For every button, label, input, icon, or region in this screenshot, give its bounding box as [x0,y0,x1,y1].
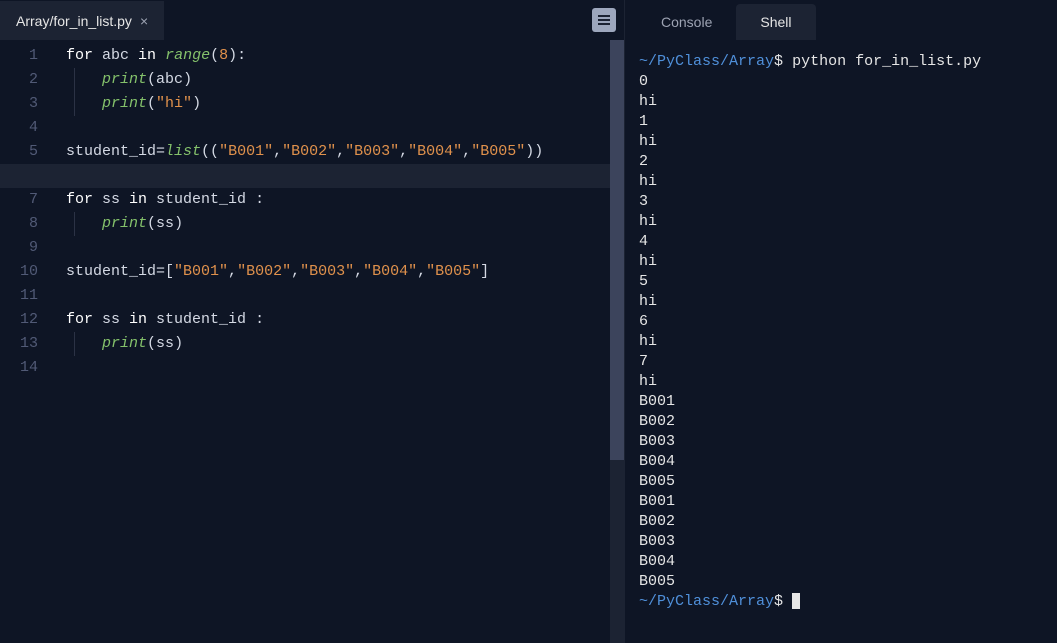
line-number: 8 [0,212,48,236]
line-number: 2 [0,68,48,92]
line-number: 3 [0,92,48,116]
code-line-current [0,164,624,188]
line-number: 9 [0,236,48,260]
shell-command: python for_in_list.py [792,53,981,70]
close-tab-icon[interactable]: × [140,13,148,29]
editor-scrollbar-track[interactable] [610,40,624,643]
line-number: 7 [0,188,48,212]
shell-pane: Console Shell ~/PyClass/Array$ python fo… [625,0,1057,643]
code-line: student_id=list(("B001","B002","B003","B… [48,140,624,164]
code-line: for ss in student_id : [48,308,624,332]
shell-line: 3 [639,193,648,210]
code-line: print(ss) [48,212,624,236]
document-icon[interactable] [592,8,616,32]
shell-prompt-symbol: $ [774,593,783,610]
file-tab-label: Array/for_in_list.py [16,13,132,29]
editor-scrollbar-thumb[interactable] [610,40,624,460]
shell-line: 6 [639,313,648,330]
code-line [48,236,624,260]
tab-shell[interactable]: Shell [736,4,815,40]
shell-line: hi [639,373,657,390]
line-number: 10 [0,260,48,284]
line-number: 12 [0,308,48,332]
shell-line: B005 [639,473,675,490]
shell-line: 2 [639,153,648,170]
shell-line: hi [639,93,657,110]
shell-line: B004 [639,453,675,470]
code-line [48,356,624,380]
shell-output[interactable]: ~/PyClass/Array$ python for_in_list.py 0… [625,40,1057,643]
line-number: 5 [0,140,48,164]
line-number: 4 [0,116,48,140]
code-line [48,116,624,140]
shell-line: 4 [639,233,648,250]
shell-line: hi [639,333,657,350]
tab-console[interactable]: Console [637,4,736,40]
line-number: 1 [0,44,48,68]
shell-tab-bar: Console Shell [625,0,1057,40]
shell-line: 5 [639,273,648,290]
code-line [48,284,624,308]
shell-prompt-path: ~/PyClass/Array [639,593,774,610]
shell-line: hi [639,173,657,190]
shell-line: B002 [639,513,675,530]
line-number: 14 [0,356,48,380]
shell-line: hi [639,293,657,310]
code-line: print(abc) [48,68,624,92]
shell-line: B001 [639,393,675,410]
shell-line: hi [639,253,657,270]
shell-line: hi [639,133,657,150]
line-number: 11 [0,284,48,308]
shell-line: B005 [639,573,675,590]
app-root: Array/for_in_list.py × 1 2 3 4 5 6 7 8 9… [0,0,1057,643]
shell-line: 7 [639,353,648,370]
shell-line: B002 [639,413,675,430]
shell-line: 1 [639,113,648,130]
file-tab[interactable]: Array/for_in_list.py × [0,0,164,40]
code-line: print("hi") [48,92,624,116]
code-area[interactable]: for abc in range(8): print(abc) print("h… [48,40,624,643]
shell-line: B004 [639,553,675,570]
shell-line: B003 [639,433,675,450]
shell-line: 0 [639,73,648,90]
code-line: for abc in range(8): [48,44,624,68]
editor-pane: Array/for_in_list.py × 1 2 3 4 5 6 7 8 9… [0,0,625,643]
shell-line: B001 [639,493,675,510]
code-line: print(ss) [48,332,624,356]
shell-line: B003 [639,533,675,550]
line-number: 13 [0,332,48,356]
tab-bar-spacer [164,0,584,40]
editor-tab-bar: Array/for_in_list.py × [0,0,624,40]
shell-prompt-path: ~/PyClass/Array [639,53,774,70]
line-number-gutter: 1 2 3 4 5 6 7 8 9 10 11 12 13 14 [0,40,48,643]
shell-line: hi [639,213,657,230]
shell-cursor [792,593,800,609]
code-line: student_id=["B001","B002","B003","B004",… [48,260,624,284]
shell-prompt-symbol: $ [774,53,783,70]
editor-body[interactable]: 1 2 3 4 5 6 7 8 9 10 11 12 13 14 for abc… [0,40,624,643]
code-line: for ss in student_id : [48,188,624,212]
